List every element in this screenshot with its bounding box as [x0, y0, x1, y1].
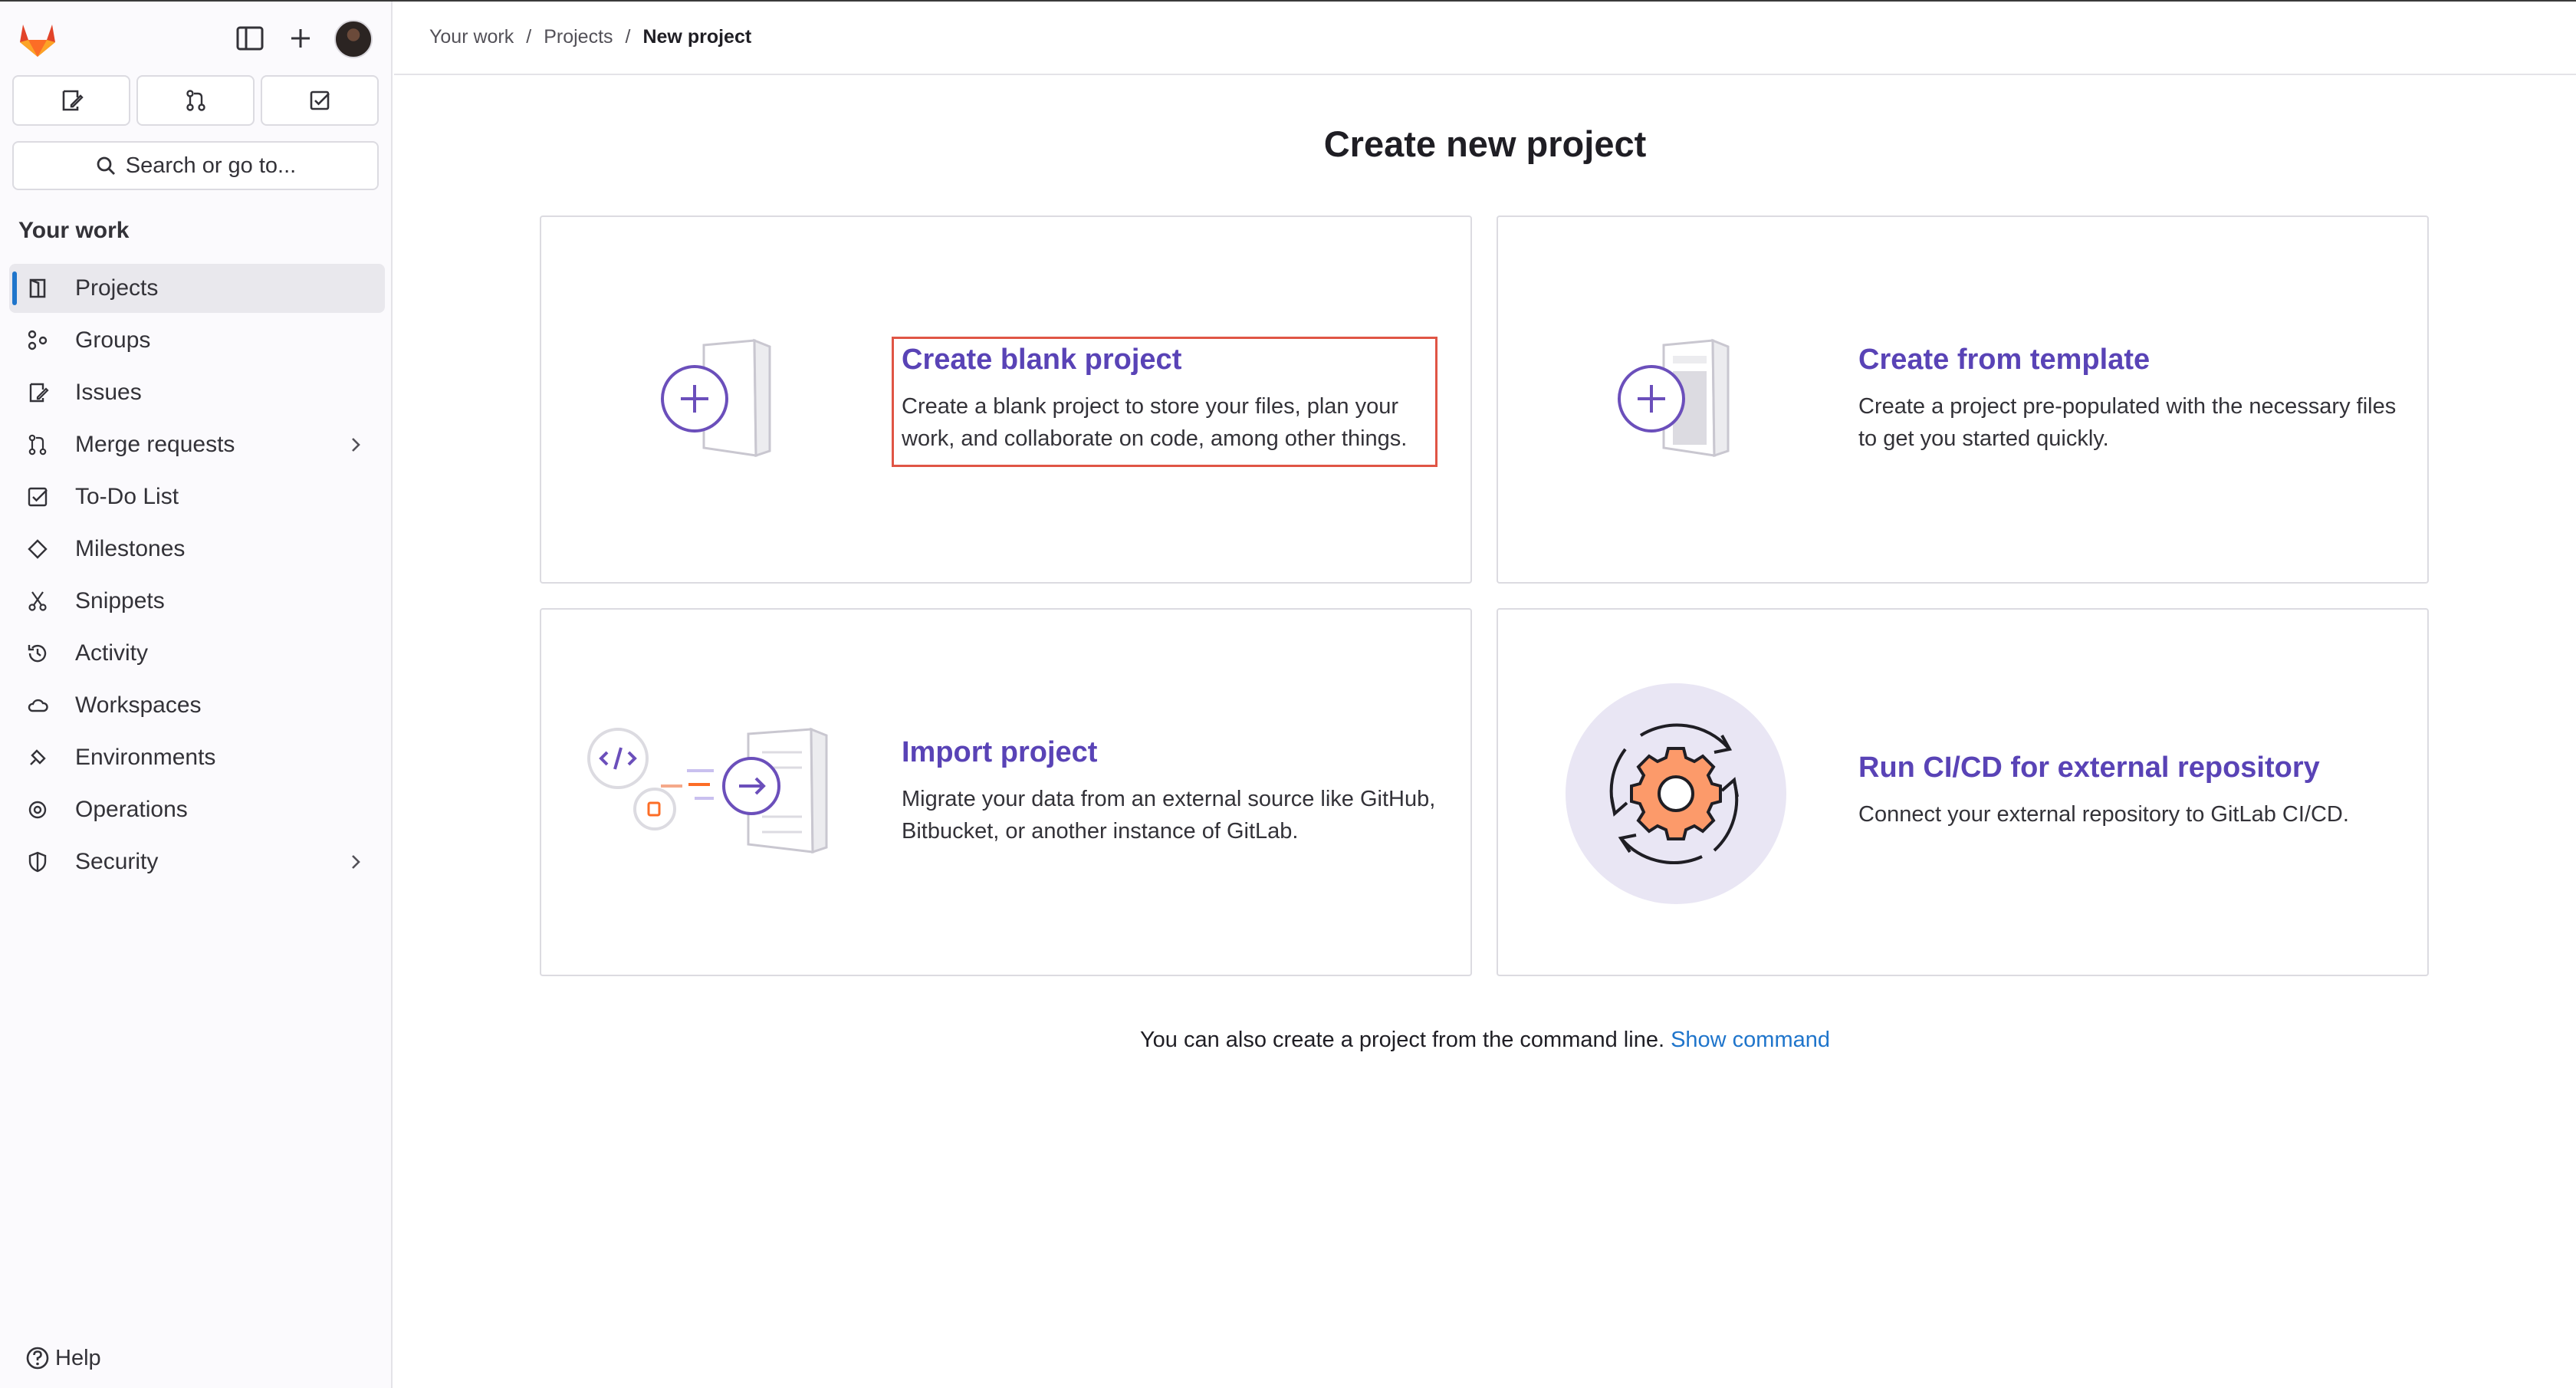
import-illustration-icon [587, 727, 828, 854]
history-icon [25, 640, 51, 666]
help-icon [26, 1347, 49, 1370]
plus-icon[interactable] [285, 23, 316, 54]
highlight-box [892, 337, 1438, 467]
sidebar-item-label: Activity [75, 640, 149, 666]
card-title: Import project [902, 736, 1098, 768]
sidebar-item-security[interactable]: Security [9, 837, 385, 886]
sidebar-item-groups[interactable]: Groups [9, 316, 385, 365]
command-line-hint: You can also create a project from the c… [394, 1028, 2576, 1053]
sidebar-item-issues[interactable]: Issues [9, 368, 385, 417]
card-title: Create from template [1858, 344, 2150, 376]
gitlab-logo-icon[interactable] [17, 18, 58, 58]
help-button[interactable]: Help [25, 1345, 101, 1371]
sidebar-item-label: Security [75, 849, 159, 874]
sidebar-item-label: Groups [75, 327, 151, 353]
group-icon [25, 327, 51, 354]
project-icon [25, 275, 51, 301]
snippet-icon [25, 588, 51, 614]
sidebar-header: Search or go to... [0, 2, 391, 199]
sidebar-item-label: Operations [75, 797, 188, 822]
show-command-link[interactable]: Show command [1671, 1028, 1830, 1052]
sidebar-toggle-icon[interactable] [235, 25, 265, 52]
search-label: Search or go to... [125, 153, 297, 178]
todo-quick-button[interactable] [261, 75, 379, 126]
sidebar-item-label: To-Do List [75, 484, 179, 509]
sidebar: Search or go to... Your work Projects Gr… [0, 2, 393, 1388]
sidebar-item-label: Snippets [75, 588, 165, 613]
sidebar-item-activity[interactable]: Activity [9, 629, 385, 678]
merge-requests-quick-button[interactable] [136, 75, 255, 126]
card-text: Import project Migrate your data from an… [902, 736, 1454, 847]
sidebar-item-merge-requests[interactable]: Merge requests [9, 420, 385, 469]
todo-icon [25, 484, 51, 510]
sidebar-item-snippets[interactable]: Snippets [9, 577, 385, 626]
card-text: Create from template Create a project pr… [1858, 344, 2410, 455]
blank-project-illustration-icon [661, 338, 771, 458]
card-description: Connect your external repository to GitL… [1858, 802, 2349, 827]
breadcrumb-separator: / [625, 26, 631, 48]
search-icon [97, 156, 115, 175]
operations-icon [25, 797, 51, 823]
sidebar-item-label: Merge requests [75, 432, 235, 457]
milestone-icon [25, 536, 51, 562]
help-label: Help [55, 1345, 101, 1370]
sidebar-item-label: Milestones [75, 536, 186, 561]
todo-icon [310, 90, 330, 110]
chevron-right-icon [352, 855, 360, 869]
issues-icon [62, 90, 84, 111]
card-description: Create a project pre-populated with the … [1858, 394, 2397, 451]
avatar[interactable] [334, 20, 373, 58]
shield-icon [25, 849, 51, 875]
search-button[interactable]: Search or go to... [12, 141, 379, 190]
card-text: Run CI/CD for external repository Connec… [1858, 752, 2410, 830]
merge-request-icon [186, 90, 205, 111]
card-description: Migrate your data from an external sourc… [902, 787, 1436, 844]
command-line-text: You can also create a project from the c… [1139, 1028, 1665, 1052]
breadcrumb-item-new-project[interactable]: New project [642, 26, 751, 48]
chevron-right-icon [352, 438, 360, 452]
sidebar-item-label: Workspaces [75, 692, 202, 718]
card-title: Run CI/CD for external repository [1858, 752, 2320, 784]
issues-quick-button[interactable] [12, 75, 130, 126]
sidebar-section-title: Your work [18, 218, 130, 243]
create-from-template-card[interactable]: Create from template Create a project pr… [1497, 215, 2429, 584]
environment-icon [25, 745, 51, 771]
page-title: Create new project [1323, 123, 1647, 164]
issues-icon [25, 380, 51, 406]
sidebar-item-operations[interactable]: Operations [9, 785, 385, 834]
merge-request-icon [25, 432, 51, 458]
run-cicd-external-repo-card[interactable]: Run CI/CD for external repository Connec… [1497, 608, 2429, 976]
sidebar-item-projects[interactable]: Projects [9, 264, 385, 313]
sidebar-item-label: Projects [75, 275, 159, 301]
sidebar-item-workspaces[interactable]: Workspaces [9, 681, 385, 730]
sidebar-item-label: Environments [75, 745, 216, 770]
breadcrumb-item-projects[interactable]: Projects [544, 26, 613, 48]
import-project-card[interactable]: Import project Migrate your data from an… [540, 608, 1472, 976]
header-divider [394, 74, 2576, 75]
sidebar-item-environments[interactable]: Environments [9, 733, 385, 782]
sidebar-item-milestones[interactable]: Milestones [9, 525, 385, 574]
breadcrumb: Your work / Projects / New project [429, 26, 751, 48]
sidebar-item-label: Issues [75, 380, 142, 405]
breadcrumb-item-your-work[interactable]: Your work [429, 26, 514, 48]
template-illustration-icon [1618, 338, 1730, 458]
cloud-icon [25, 692, 51, 719]
cicd-gear-illustration-icon [1566, 683, 1786, 904]
sidebar-item-todo-list[interactable]: To-Do List [9, 472, 385, 521]
sidebar-nav: Projects Groups Issues Merge requests To… [9, 264, 385, 890]
breadcrumb-separator: / [526, 26, 532, 48]
